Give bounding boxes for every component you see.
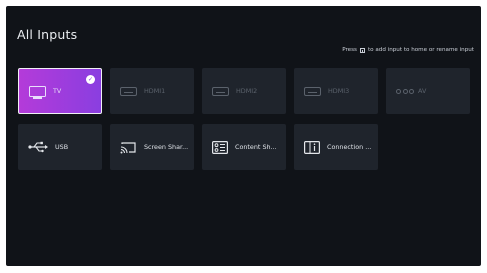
input-label: HDMI1	[144, 87, 166, 95]
input-tile-tv[interactable]: TV ✓	[18, 68, 102, 114]
input-tile-hdmi2[interactable]: HDMI2	[202, 68, 286, 114]
input-label: Connection ...	[327, 143, 372, 151]
connection-guide-icon	[304, 140, 320, 154]
input-tile-hdmi3[interactable]: HDMI3	[294, 68, 378, 114]
hdmi-icon	[212, 86, 229, 96]
input-label: USB	[55, 143, 69, 151]
page-title: All Inputs	[17, 27, 78, 42]
content-share-icon	[212, 140, 228, 154]
tv-icon	[29, 85, 46, 99]
input-tile-connection-guide[interactable]: Connection ...	[294, 124, 378, 170]
options-button-icon	[359, 47, 365, 53]
input-label: TV	[53, 87, 62, 95]
input-tile-usb[interactable]: USB	[18, 124, 102, 170]
input-tile-content-share[interactable]: Content Sh...	[202, 124, 286, 170]
hdmi-icon	[304, 86, 321, 96]
usb-icon	[28, 141, 48, 153]
av-icon	[396, 88, 414, 94]
hdmi-icon	[120, 86, 137, 96]
rename-hint: Press to add input to home or rename inp…	[342, 47, 474, 53]
input-tile-screen-share[interactable]: Screen Shar...	[110, 124, 194, 170]
checkmark-icon: ✓	[86, 75, 95, 84]
hint-text-before: Press	[342, 47, 357, 53]
input-label: Content Sh...	[235, 143, 277, 151]
input-label: HDMI3	[328, 87, 350, 95]
input-tile-av[interactable]: AV	[386, 68, 470, 114]
hint-text-after: to add input to home or rename input	[367, 47, 474, 53]
input-tile-hdmi1[interactable]: HDMI1	[110, 68, 194, 114]
input-label: AV	[418, 87, 427, 95]
all-inputs-screen: All Inputs Press to add input to home or…	[6, 6, 481, 266]
screen-share-icon	[120, 141, 137, 154]
input-label: Screen Shar...	[144, 143, 189, 151]
input-label: HDMI2	[236, 87, 258, 95]
